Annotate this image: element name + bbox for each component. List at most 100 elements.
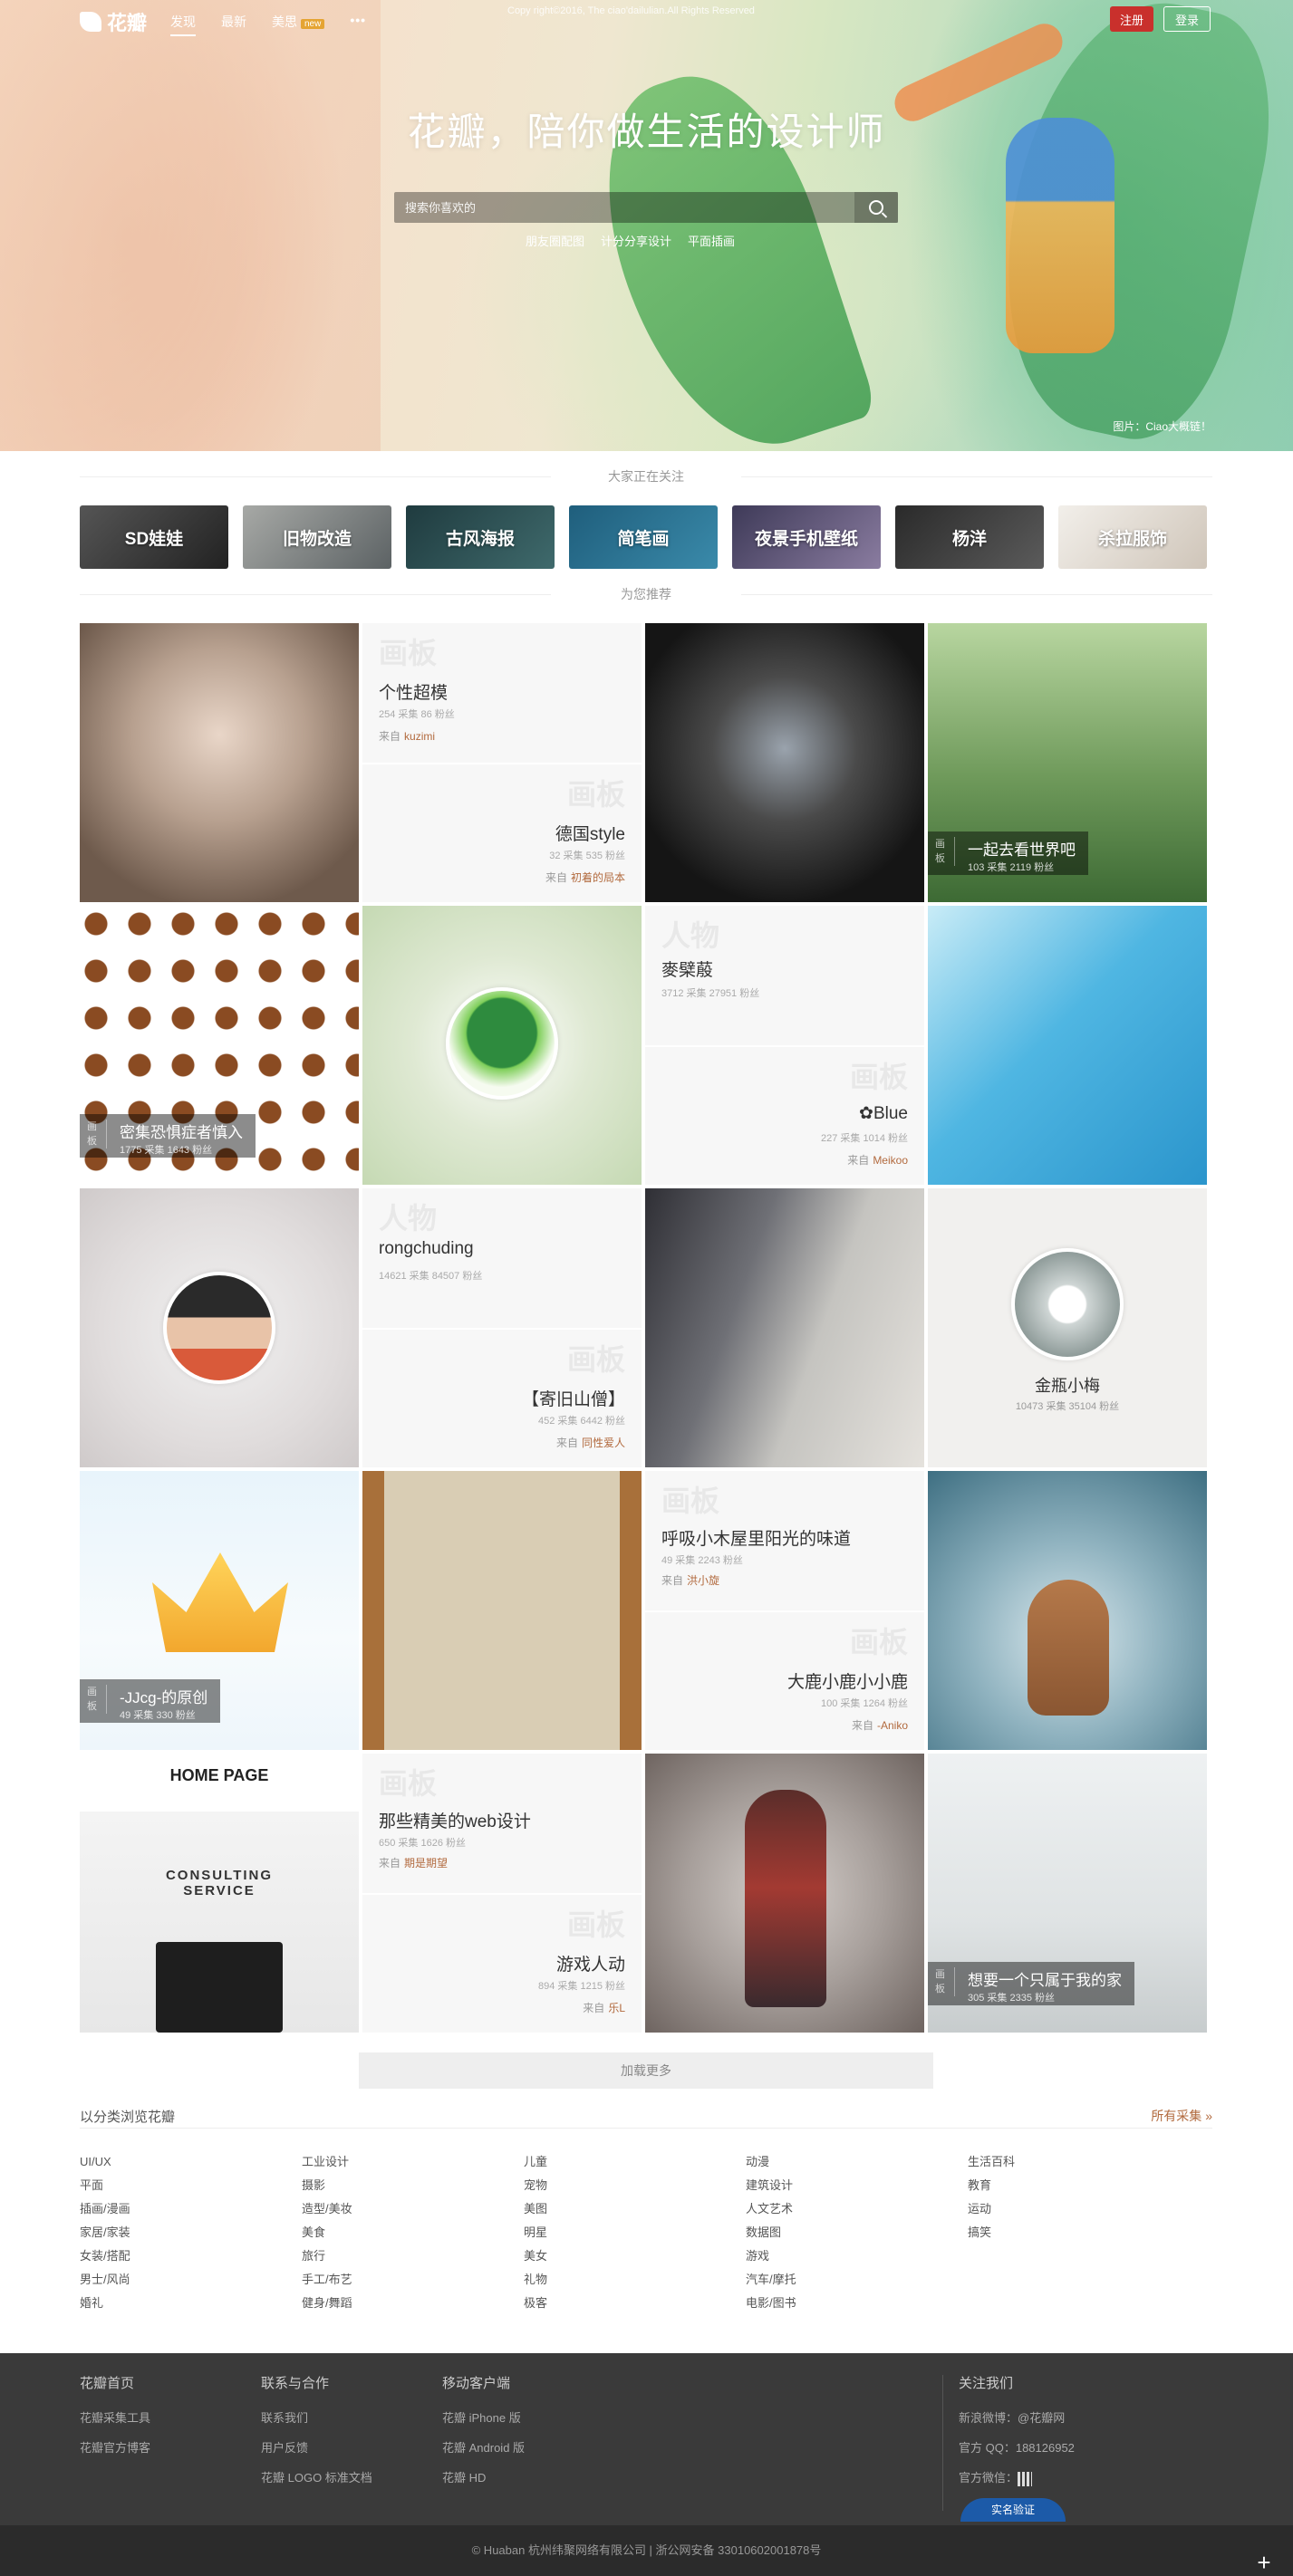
category-link[interactable]: 汽车/摩托 — [746, 2268, 968, 2292]
board-user[interactable]: -Aniko — [877, 1719, 908, 1732]
category-link[interactable]: 手工/布艺 — [302, 2268, 524, 2292]
pin-image-web[interactable]: HOME PAGE CONSULTING SERVICE — [80, 1754, 359, 2033]
load-more-button[interactable]: 加载更多 — [359, 2052, 933, 2089]
board-card[interactable]: 画板 【寄旧山僧】 452 采集 6442 粉丝 来自 同性爱人 — [362, 1328, 642, 1467]
footer-link[interactable]: 花瓣 HD — [442, 2468, 525, 2485]
category-link[interactable]: 工业设计 — [302, 2150, 524, 2174]
search-input[interactable] — [394, 192, 852, 223]
category-link[interactable]: 礼物 — [524, 2268, 746, 2292]
category-link[interactable]: 健身/舞蹈 — [302, 2292, 524, 2315]
footer-link[interactable]: 花瓣 iPhone 版 — [442, 2408, 525, 2426]
pin-image-umbrella[interactable] — [928, 906, 1207, 1185]
board-user[interactable]: 洪小旋 — [687, 1574, 719, 1587]
board-card[interactable]: 画板 ✿Blue 227 采集 1014 粉丝 来自 Meikoo — [645, 1045, 924, 1185]
nav-latest[interactable]: 最新 — [221, 13, 246, 36]
board-user[interactable]: 乐L — [608, 2002, 625, 2014]
category-link[interactable]: 游戏 — [746, 2244, 968, 2268]
category-link[interactable]: 婚礼 — [80, 2292, 302, 2315]
category-link[interactable]: 建筑设计 — [746, 2174, 968, 2197]
category-link[interactable]: 搞笑 — [968, 2221, 1190, 2244]
follow-tag[interactable]: 古风海报 — [406, 505, 555, 569]
board-user[interactable]: 期是期望 — [404, 1857, 448, 1870]
verified-badge[interactable]: 实名验证 — [960, 2498, 1066, 2522]
board-card[interactable]: 画板 游戏人动 894 采集 1215 粉丝 来自 乐L — [362, 1893, 642, 2033]
category-link[interactable]: 美图 — [524, 2197, 746, 2221]
follow-tag[interactable]: 夜景手机壁纸 — [732, 505, 881, 569]
login-button[interactable]: 登录 — [1163, 6, 1211, 32]
category-link[interactable]: 美食 — [302, 2221, 524, 2244]
category-link[interactable]: 平面 — [80, 2174, 302, 2197]
category-link[interactable]: 美女 — [524, 2244, 746, 2268]
category-link[interactable]: 运动 — [968, 2197, 1190, 2221]
footer-link[interactable]: 花瓣 Android 版 — [442, 2438, 525, 2456]
category-link[interactable]: 男士/风尚 — [80, 2268, 302, 2292]
pin-image-shadow[interactable] — [645, 1188, 924, 1467]
category-link[interactable]: 生活百科 — [968, 2150, 1190, 2174]
hot-word[interactable]: 平面插画 — [688, 232, 735, 249]
footer-link[interactable]: 联系我们 — [261, 2408, 372, 2426]
all-pins-link[interactable]: 所有采集 » — [1151, 2107, 1212, 2125]
category-link[interactable]: 宠物 — [524, 2174, 746, 2197]
follow-tag[interactable]: 杀拉服饰 — [1058, 505, 1207, 569]
logo[interactable]: 花瓣 — [80, 7, 147, 36]
nav-discover[interactable]: 发现 — [170, 13, 196, 36]
board-card[interactable]: 画板 德国style 32 采集 535 粉丝 来自 初着的局本 — [362, 763, 642, 902]
pin-image-room[interactable]: 画板 想要一个只属于我的家 305 采集 2335 粉丝 — [928, 1754, 1207, 2033]
category-link[interactable]: 旅行 — [302, 2244, 524, 2268]
nav-meisi[interactable]: 美思 new — [272, 13, 325, 36]
footer-link[interactable]: 花瓣官方博客 — [80, 2438, 150, 2456]
category-link[interactable]: 电影/图书 — [746, 2292, 968, 2315]
board-user[interactable]: 同性爱人 — [582, 1437, 625, 1449]
follow-tag[interactable]: SD娃娃 — [80, 505, 228, 569]
pin-image-cups[interactable]: 画板 密集恐惧症者慎入 1775 采集 1643 粉丝 — [80, 906, 359, 1185]
board-user[interactable]: 初着的局本 — [571, 871, 625, 884]
footer-link[interactable]: 花瓣采集工具 — [80, 2408, 150, 2426]
board-card[interactable]: 画板 大鹿小鹿小小鹿 100 采集 1264 粉丝 来自 -Aniko — [645, 1610, 924, 1750]
category-link[interactable]: 人文艺术 — [746, 2197, 968, 2221]
category-link[interactable]: 数据图 — [746, 2221, 968, 2244]
pin-image-deer[interactable] — [928, 1471, 1207, 1750]
pin-image-toy[interactable] — [645, 623, 924, 902]
category-link[interactable]: 动漫 — [746, 2150, 968, 2174]
board-user[interactable]: Meikoo — [873, 1154, 908, 1167]
pin-image-person[interactable] — [80, 1188, 359, 1467]
more-icon[interactable]: ••• — [350, 13, 366, 36]
follow-tag[interactable]: 杨洋 — [895, 505, 1044, 569]
pin-image-tree[interactable] — [362, 906, 642, 1185]
board-card[interactable]: 画板 个性超模 254 采集 86 粉丝 来自 kuzimi — [362, 623, 642, 763]
board-card[interactable]: 画板 呼吸小木屋里阳光的味道 49 采集 2243 粉丝 来自 洪小旋 — [645, 1471, 924, 1610]
hot-word[interactable]: 朋友圈配图 — [526, 232, 584, 249]
pin-image-mirror[interactable] — [362, 1471, 642, 1750]
category-link[interactable]: 摄影 — [302, 2174, 524, 2197]
search-button[interactable] — [854, 192, 898, 223]
category-link[interactable]: 教育 — [968, 2174, 1190, 2197]
footer-weibo[interactable]: 新浪微博：@花瓣网 — [959, 2408, 1075, 2426]
category-link[interactable]: 明星 — [524, 2221, 746, 2244]
category-link[interactable]: UI/UX — [80, 2150, 302, 2174]
footer-link[interactable]: 用户反馈 — [261, 2438, 372, 2456]
person-card[interactable]: 人物 麥檗蒑 3712 采集 27951 粉丝 — [645, 906, 924, 1045]
category-link[interactable]: 儿童 — [524, 2150, 746, 2174]
pin-image-crown[interactable]: 画板 -JJcg-的原创 49 采集 330 粉丝 — [80, 1471, 359, 1750]
board-user[interactable]: kuzimi — [404, 730, 435, 743]
follow-tag[interactable]: 简笔画 — [569, 505, 718, 569]
category-link[interactable]: 造型/美妆 — [302, 2197, 524, 2221]
category-link[interactable]: 极客 — [524, 2292, 746, 2315]
plus-icon[interactable]: + — [1253, 2551, 1275, 2574]
person-card[interactable]: 人物 rongchuding 14621 采集 84507 粉丝 — [362, 1188, 642, 1328]
board-bg-word: 画板 — [566, 1908, 625, 1941]
board-card[interactable]: 画板 那些精美的web设计 650 采集 1626 粉丝 来自 期是期望 — [362, 1754, 642, 1893]
category-link[interactable]: 家居/家装 — [80, 2221, 302, 2244]
crown-icon — [152, 1552, 288, 1652]
pin-image-girl[interactable]: 画板 一起去看世界吧 103 采集 2119 粉丝 — [928, 623, 1207, 902]
category-link[interactable]: 插画/漫画 — [80, 2197, 302, 2221]
register-button[interactable]: 注册 — [1110, 6, 1153, 32]
pin-image-model[interactable] — [80, 623, 359, 902]
hot-word[interactable]: 计分分享设计 — [601, 232, 671, 249]
qr-code-icon[interactable] — [1018, 2471, 1033, 2486]
category-link[interactable]: 女装/搭配 — [80, 2244, 302, 2268]
pin-image-game-character[interactable] — [645, 1754, 924, 2033]
footer-link[interactable]: 花瓣 LOGO 标准文档 — [261, 2468, 372, 2485]
follow-tag[interactable]: 旧物改造 — [243, 505, 391, 569]
person-card-large[interactable]: 金瓶小梅 10473 采集 35104 粉丝 — [928, 1188, 1207, 1467]
